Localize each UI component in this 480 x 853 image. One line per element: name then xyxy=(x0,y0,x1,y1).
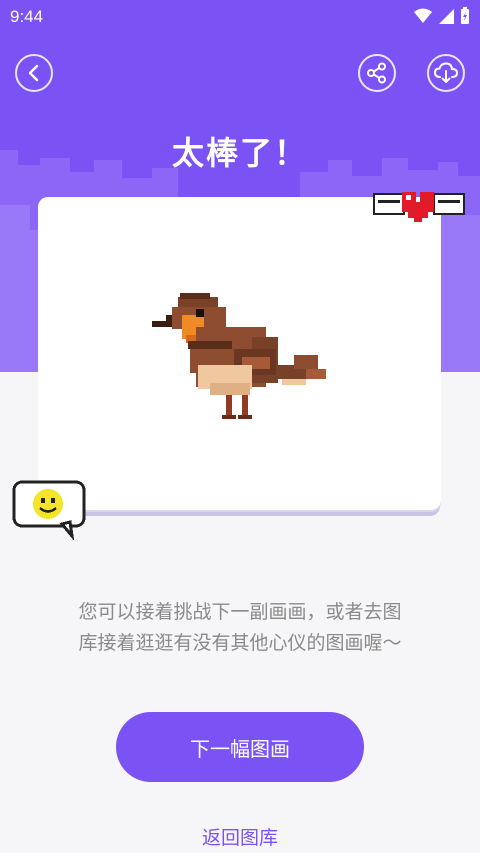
completion-message: 您可以接着挑战下一副画画，或者去图 库接着逛逛有没有其他心仪的图画喔～ xyxy=(40,597,440,659)
share-icon xyxy=(367,62,386,84)
share-button[interactable] xyxy=(358,54,396,92)
winged-heart-icon xyxy=(373,192,465,222)
download-button[interactable] xyxy=(427,54,465,92)
next-artwork-button[interactable]: 下一幅图画 xyxy=(116,712,364,782)
status-icons xyxy=(414,7,470,24)
chevron-left-icon xyxy=(28,64,39,82)
message-line-2: 库接着逛逛有没有其他心仪的图画喔～ xyxy=(78,632,402,654)
message-line-1: 您可以接着挑战下一副画画，或者去图 xyxy=(78,601,402,623)
status-bar: 9:44 xyxy=(0,0,480,32)
back-button[interactable] xyxy=(15,54,53,92)
cloud-download-icon xyxy=(434,62,458,83)
smiley-bubble-icon xyxy=(12,480,86,540)
artwork-card xyxy=(38,197,441,510)
page-title: 太棒了！ xyxy=(171,134,308,172)
back-to-gallery-link[interactable]: 返回图库 xyxy=(0,823,480,850)
bird-artwork xyxy=(152,293,326,419)
wifi-icon xyxy=(414,8,432,23)
status-time: 9:44 xyxy=(10,7,44,26)
battery-icon xyxy=(461,7,469,24)
signal-icon xyxy=(439,8,454,24)
